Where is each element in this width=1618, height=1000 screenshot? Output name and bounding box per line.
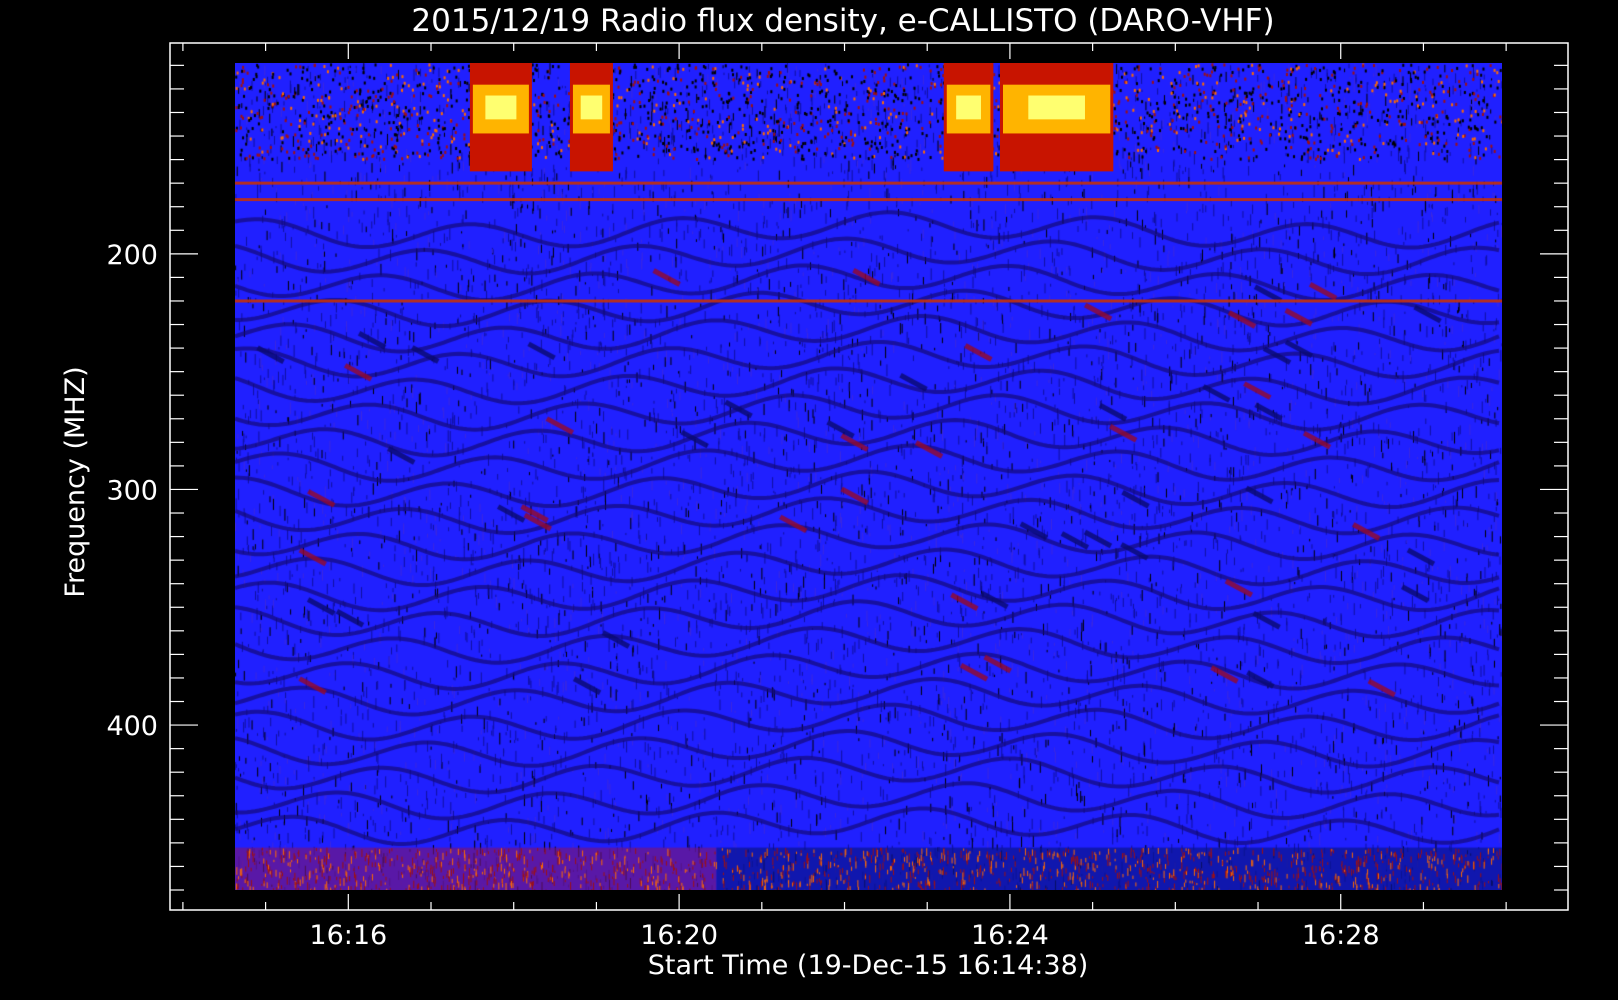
burst-peak (956, 95, 981, 120)
burst-region (943, 63, 994, 172)
chart-title: 2015/12/19 Radio flux density, e-CALLIST… (411, 3, 1274, 39)
burst-peak (580, 95, 603, 120)
x-axis-label: Start Time (19-Dec-15 16:14:38) (648, 950, 1089, 981)
y-tick-label: 300 (106, 475, 158, 506)
x-tick-label: 16:20 (640, 920, 718, 951)
y-tick-label: 200 (106, 240, 158, 271)
burst-region (569, 63, 613, 172)
y-axis-label: Frequency (MHZ) (60, 366, 91, 597)
spectrogram-plot-area (235, 63, 1502, 890)
burst-region (469, 63, 532, 172)
spectrogram-background (235, 63, 1502, 890)
y-tick-label: 400 (106, 711, 158, 742)
x-tick-label: 16:24 (971, 920, 1049, 951)
x-tick-label: 16:28 (1302, 920, 1380, 951)
spectrogram-chart: 2015/12/19 Radio flux density, e-CALLIST… (0, 0, 1618, 1000)
burst-region (999, 63, 1114, 172)
burst-peak (485, 95, 517, 120)
x-tick-label: 16:16 (309, 920, 387, 951)
burst-peak (1028, 95, 1085, 120)
